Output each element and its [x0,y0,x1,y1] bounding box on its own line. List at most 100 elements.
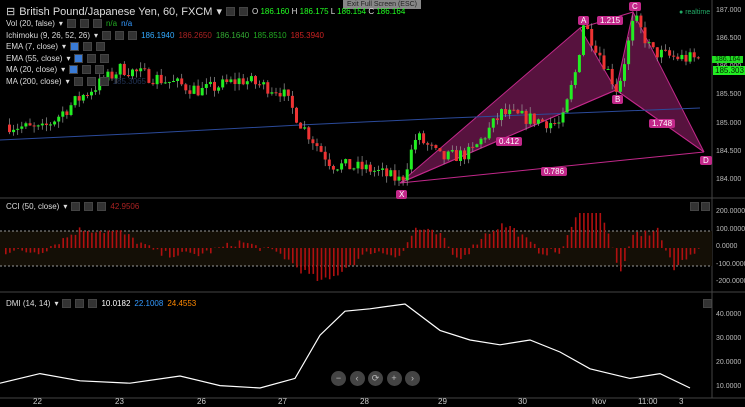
gear-icon[interactable] [115,30,125,40]
indicator-title[interactable]: EMA (7, close) [6,42,58,51]
candle [139,68,143,72]
gear-icon[interactable] [82,65,92,74]
candle [495,118,499,121]
eye-icon[interactable] [70,42,80,51]
indicator-value: 186.1640 [215,30,250,40]
cci-bar [492,230,495,248]
candle [512,109,516,111]
gear-icon[interactable] [79,19,89,28]
candle [315,143,319,147]
indicator-title[interactable]: EMA (55, close) [6,54,62,63]
candle [12,129,16,133]
candle [200,87,204,96]
cci-axis-label: -100.0000 [716,260,745,268]
candle [364,164,368,170]
zoom-in-button[interactable]: + [386,371,402,386]
eye-icon[interactable] [225,7,235,16]
zoom-out-button[interactable]: − [331,371,346,386]
gear-icon[interactable] [75,299,85,308]
candle [680,54,684,60]
cci-bar [251,243,253,248]
cci-bar [529,241,532,248]
close-icon[interactable] [128,30,138,40]
candle [664,49,667,51]
indicator-title[interactable]: Ichimoku (9, 26, 52, 26) [6,31,90,40]
cci-bar [505,227,507,248]
close-icon[interactable] [100,53,110,63]
cci-bar [423,229,425,248]
point-d-label: D [700,156,712,165]
dmi-axis-label: 30.0000 [716,335,742,342]
candle [348,159,352,170]
eye-icon[interactable] [102,30,112,40]
gear-icon[interactable] [83,42,93,51]
candle [81,94,85,101]
move-up-icon[interactable] [690,202,699,211]
candle [491,118,495,128]
close-icon[interactable] [97,202,107,211]
scroll-left-button[interactable]: ‹ [349,371,365,386]
candle [49,124,52,126]
candle [159,74,163,84]
cci-bar [431,229,433,248]
indicator-title[interactable]: MA (200, close) [6,77,62,86]
indicator-title[interactable]: Vol (20, false) [6,19,55,28]
candle [426,143,430,145]
gear-icon[interactable] [86,76,96,86]
reset-button[interactable]: ⟳ [368,371,383,386]
gear-icon[interactable] [238,7,248,16]
move-down-icon[interactable] [701,202,710,211]
candle [61,111,65,117]
close-icon[interactable] [95,65,105,74]
candle [594,45,598,53]
gear-icon[interactable] [87,53,97,63]
collapse-icon[interactable]: ⊟ [6,5,15,18]
close-icon[interactable] [92,19,102,28]
cci-bar [587,213,589,248]
cci-bar [246,243,249,248]
candle [389,170,393,177]
price-axis-label: 185.000 [716,119,742,127]
candle [167,81,171,83]
eye-icon[interactable] [69,65,79,74]
gear-icon[interactable] [84,202,94,211]
cci-bar [25,248,28,253]
indicator-legend: EMA (55, close) ▾ [6,53,110,63]
close-icon[interactable] [96,42,106,51]
cci-bar [91,232,93,248]
close-icon[interactable] [88,299,98,308]
cci-title[interactable]: CCI (50, close) [6,202,59,211]
scroll-right-button[interactable]: › [405,371,420,386]
move-up-icon[interactable] [703,299,712,308]
candle [237,78,241,85]
cci-bar [156,248,159,250]
candle [241,78,245,85]
indicator-value: 185.3940 [290,30,324,40]
candle [122,63,126,76]
eye-icon[interactable] [73,76,83,86]
cci-bar [361,248,364,255]
cci-bar [193,248,196,254]
eye-icon[interactable] [66,19,76,28]
cci-bar [562,246,565,248]
candle [561,112,565,123]
candle [77,96,81,101]
symbol-title[interactable]: British Pound/Japanese Yen, 60, FXCM [19,6,212,18]
candle [635,15,639,21]
candle [233,79,237,85]
indicator-title[interactable]: MA (20, close) [6,65,57,74]
eye-icon[interactable] [74,53,84,63]
close-icon[interactable] [99,76,109,86]
candle [487,127,491,139]
dmi-title[interactable]: DMI (14, 14) [6,299,50,308]
candle [569,85,573,100]
cci-bar [595,213,597,248]
candle [131,69,134,77]
candle [696,57,700,59]
eye-icon[interactable] [71,202,81,211]
eye-icon[interactable] [62,299,72,308]
candle [319,146,323,152]
cci-bar [538,248,540,254]
candle [270,92,274,94]
cci-bar [369,248,372,255]
